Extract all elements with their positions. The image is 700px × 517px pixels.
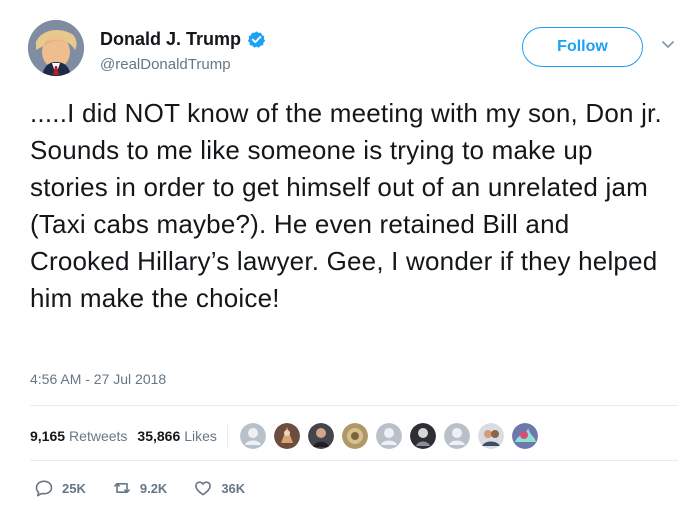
liker-avatar[interactable] bbox=[307, 423, 334, 449]
liker-avatar[interactable] bbox=[273, 423, 300, 449]
reply-action[interactable]: 25K bbox=[34, 477, 86, 499]
tweet-text: .....I did NOT know of the meeting with … bbox=[30, 98, 662, 313]
liker-avatars bbox=[239, 423, 538, 449]
heart-icon bbox=[195, 481, 212, 496]
author-avatar[interactable] bbox=[28, 20, 84, 76]
tweet-actions: 25K 9.2K 36K bbox=[34, 477, 245, 499]
like-label: Likes bbox=[184, 428, 217, 444]
retweet-count: 9,165 bbox=[30, 428, 66, 444]
retweet-stat[interactable]: 9,165 Retweets bbox=[30, 428, 127, 444]
author-name-row: Donald J. Trump bbox=[100, 28, 266, 50]
retweet-action[interactable]: 9.2K bbox=[112, 477, 167, 499]
like-count: 35,866 bbox=[137, 428, 181, 444]
verified-badge-icon bbox=[247, 30, 266, 48]
stats-top-divider bbox=[30, 405, 678, 406]
liker-avatar[interactable] bbox=[341, 423, 368, 449]
like-stat[interactable]: 35,866 Likes bbox=[137, 428, 217, 444]
retweet-icon bbox=[113, 483, 130, 493]
liker-avatar[interactable] bbox=[409, 423, 436, 449]
tweet-card: Donald J. Trump @realDonaldTrump Follow … bbox=[0, 0, 700, 517]
tweet-timestamp[interactable]: 4:56 AM - 27 Jul 2018 bbox=[30, 371, 166, 387]
tweet-stats: 9,165 Retweets 35,866 Likes bbox=[30, 423, 538, 449]
reply-icon bbox=[35, 480, 53, 497]
tweet-header: Donald J. Trump @realDonaldTrump Follow bbox=[28, 20, 676, 84]
stats-separator bbox=[226, 425, 228, 447]
like-action[interactable]: 36K bbox=[193, 477, 245, 499]
follow-button[interactable]: Follow bbox=[522, 27, 643, 67]
liker-avatar[interactable] bbox=[239, 423, 266, 449]
liker-avatar[interactable] bbox=[375, 423, 402, 449]
liker-avatar[interactable] bbox=[443, 423, 470, 449]
chevron-down-icon[interactable] bbox=[660, 36, 676, 52]
reply-count: 25K bbox=[62, 480, 86, 496]
author-display-name[interactable]: Donald J. Trump bbox=[100, 30, 241, 48]
like-action-count: 36K bbox=[221, 480, 246, 496]
retweet-label: Retweets bbox=[69, 428, 128, 444]
author-info: Donald J. Trump @realDonaldTrump bbox=[100, 28, 266, 72]
actions-top-divider bbox=[30, 460, 678, 461]
retweet-action-count: 9.2K bbox=[139, 480, 168, 496]
author-handle[interactable]: @realDonaldTrump bbox=[100, 57, 266, 72]
liker-avatar[interactable] bbox=[511, 423, 538, 449]
liker-avatar[interactable] bbox=[477, 423, 504, 449]
